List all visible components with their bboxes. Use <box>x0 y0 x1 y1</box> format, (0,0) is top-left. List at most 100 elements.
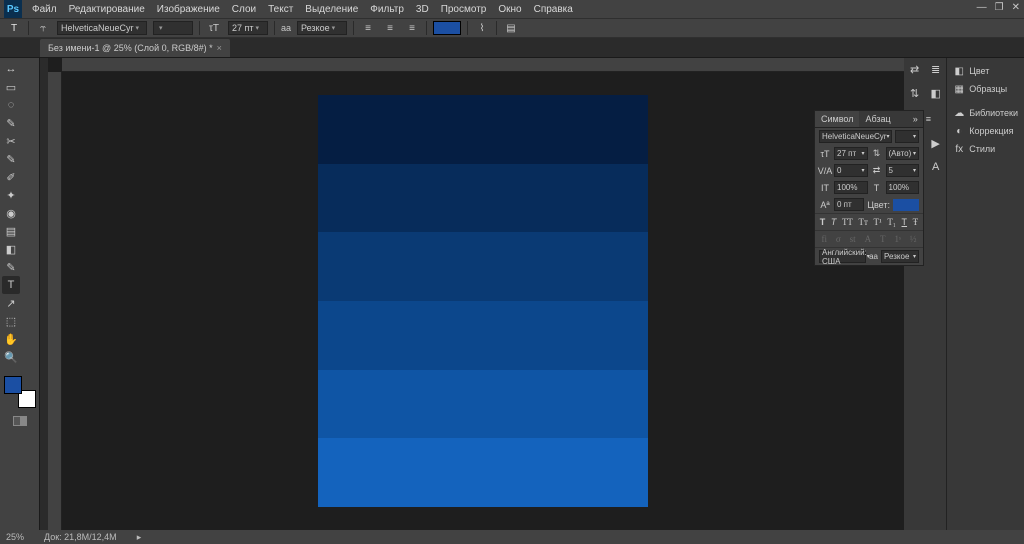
document-tab[interactable]: Без имени-1 @ 25% (Слой 0, RGB/8#) * × <box>40 39 230 57</box>
menu-window[interactable]: Окно <box>492 4 527 15</box>
cp-tracking[interactable]: 5 <box>886 164 920 177</box>
cp-font-style[interactable] <box>895 130 919 143</box>
move-tool[interactable]: ↔ <box>2 60 20 78</box>
layers-icon[interactable]: ◧ <box>927 84 945 102</box>
type-tool[interactable]: T <box>2 276 20 294</box>
menu-view[interactable]: Просмотр <box>435 4 493 15</box>
ot-st[interactable]: st <box>850 234 856 244</box>
magic-wand-tool[interactable]: ✎ <box>2 114 20 132</box>
properties-icon[interactable]: ≣ <box>927 60 945 78</box>
bold-button[interactable]: T <box>820 217 826 227</box>
menu-type[interactable]: Текст <box>262 4 299 15</box>
ot-fi[interactable]: fi <box>821 234 827 244</box>
italic-button[interactable]: T <box>831 217 837 227</box>
pen-tool[interactable]: ✎ <box>2 258 20 276</box>
menu-edit[interactable]: Редактирование <box>63 4 151 15</box>
allcaps-button[interactable]: TT <box>842 217 853 227</box>
menu-file[interactable]: Файл <box>26 4 63 15</box>
ot-1st[interactable]: 1ˢ <box>894 234 900 244</box>
shape-tool[interactable]: ⬚ <box>2 312 20 330</box>
close-tab-icon[interactable]: × <box>217 43 222 53</box>
gradient-tool[interactable]: ◧ <box>2 240 20 258</box>
cp-kerning[interactable]: 0 <box>834 164 868 177</box>
cp-font-size[interactable]: 27 пт <box>834 147 868 160</box>
menu-filter[interactable]: Фильтр <box>364 4 410 15</box>
panel-libraries[interactable]: ☁Библиотеки <box>947 104 1024 122</box>
cp-language[interactable]: Английский: США <box>819 250 866 263</box>
canvas-viewport[interactable] <box>62 72 904 530</box>
hand-tool[interactable]: ✋ <box>2 330 20 348</box>
ot-frac[interactable]: ½ <box>910 234 917 244</box>
font-style-select[interactable] <box>153 21 193 35</box>
panel-color[interactable]: ◧Цвет <box>947 62 1024 80</box>
panel-styles[interactable]: fxСтили <box>947 140 1024 158</box>
underline-button[interactable]: T <box>902 217 908 227</box>
antialias-select[interactable]: Резкое <box>297 21 347 35</box>
tab-paragraph[interactable]: Абзац <box>859 111 896 127</box>
crop-tool[interactable]: ✂ <box>2 132 20 150</box>
history-icon[interactable]: ⇄ <box>906 60 924 78</box>
artboard[interactable] <box>318 95 648 507</box>
document-tab-bar: Без имени-1 @ 25% (Слой 0, RGB/8#) * × <box>0 38 1024 58</box>
menu-select[interactable]: Выделение <box>299 4 364 15</box>
cp-baseline[interactable]: 0 пт <box>834 198 864 211</box>
window-minimize-icon[interactable]: — <box>977 2 987 13</box>
align-center-icon[interactable]: ≡ <box>382 20 398 36</box>
cp-vscale[interactable]: 100% <box>834 181 868 194</box>
orientation-toggle-icon[interactable]: ⥾ <box>35 20 51 36</box>
marquee-tool[interactable]: ▭ <box>2 78 20 96</box>
active-tool-icon[interactable]: T <box>6 20 22 36</box>
window-close-icon[interactable]: ✕ <box>1012 2 1020 13</box>
cp-antialias[interactable]: Резкое <box>881 250 919 263</box>
text-color-swatch[interactable] <box>433 21 461 35</box>
cp-hscale[interactable]: 100% <box>886 181 920 194</box>
panel-adjustments[interactable]: ◐Коррекция <box>947 122 1024 140</box>
subscript-button[interactable]: T₁ <box>887 217 896 227</box>
panel-collapse-icon[interactable]: » <box>909 111 922 127</box>
font-size-input[interactable]: 27 пт <box>228 21 268 35</box>
play-icon[interactable]: ▶ <box>927 134 945 152</box>
menu-layer[interactable]: Слои <box>226 4 262 15</box>
zoom-tool[interactable]: 🔍 <box>2 348 20 366</box>
eraser-tool[interactable]: ▤ <box>2 222 20 240</box>
align-right-icon[interactable]: ≡ <box>404 20 420 36</box>
foreground-color[interactable] <box>4 376 22 394</box>
left-dock-collapse[interactable] <box>40 58 48 530</box>
menu-help[interactable]: Справка <box>528 4 579 15</box>
cp-color-swatch[interactable] <box>893 199 919 211</box>
eyedropper-tool[interactable]: ✎ <box>2 150 20 168</box>
ot-A[interactable]: A <box>865 234 872 244</box>
document-info[interactable]: Док: 21,8M/12,4M <box>44 532 117 542</box>
actions-icon[interactable]: ⇅ <box>906 84 924 102</box>
horizontal-ruler[interactable] <box>62 58 904 72</box>
foreground-background-colors[interactable] <box>4 376 36 408</box>
menu-image[interactable]: Изображение <box>151 4 226 15</box>
cp-font-family[interactable]: HelveticaNeueCyr <box>819 130 892 143</box>
window-restore-icon[interactable]: ❐ <box>995 2 1004 13</box>
font-family-select[interactable]: HelveticaNeueCyr <box>57 21 147 35</box>
align-left-icon[interactable]: ≡ <box>360 20 376 36</box>
quick-mask-toggle[interactable] <box>13 416 27 426</box>
tab-character[interactable]: Символ <box>815 111 859 127</box>
warp-text-icon[interactable]: ⌇ <box>474 20 490 36</box>
ot-T[interactable]: T <box>880 234 886 244</box>
lasso-tool[interactable]: ◌ <box>2 96 20 114</box>
path-tool[interactable]: ↗ <box>2 294 20 312</box>
zoom-level[interactable]: 25% <box>6 532 24 542</box>
vertical-ruler[interactable] <box>48 72 62 530</box>
menu-3d[interactable]: 3D <box>410 4 435 15</box>
strikethrough-button[interactable]: Ŧ <box>913 217 919 227</box>
cp-leading[interactable]: (Авто) <box>886 147 920 160</box>
character-panel[interactable]: Символ Абзац » ≡ HelveticaNeueCyr τT 27 … <box>814 110 924 266</box>
character-icon[interactable]: A <box>927 158 945 176</box>
healing-tool[interactable]: ✐ <box>2 168 20 186</box>
ot-o[interactable]: σ <box>836 234 841 244</box>
character-panel-icon[interactable]: ▤ <box>503 20 519 36</box>
panel-menu-icon[interactable]: ≡ <box>922 111 935 127</box>
brush-tool[interactable]: ✦ <box>2 186 20 204</box>
smallcaps-button[interactable]: Tᴛ <box>859 217 868 227</box>
doc-info-chevron-icon[interactable]: ▸ <box>137 532 142 543</box>
panel-swatches[interactable]: ▦Образцы <box>947 80 1024 98</box>
superscript-button[interactable]: T¹ <box>874 217 882 227</box>
clone-tool[interactable]: ◉ <box>2 204 20 222</box>
